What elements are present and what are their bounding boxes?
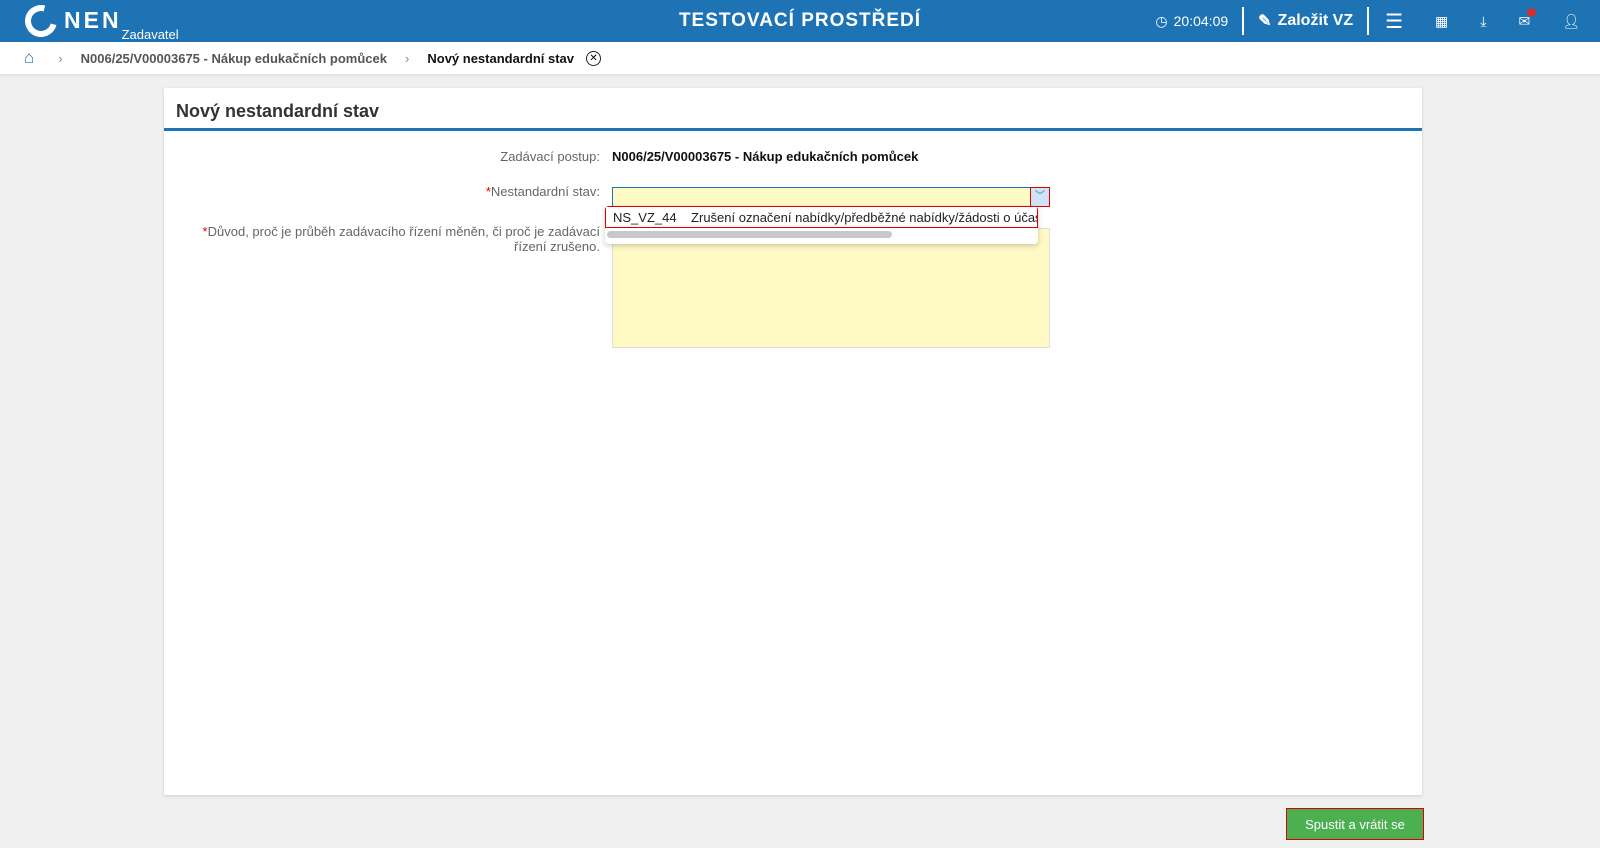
top-bar: NEN Zadavatel TESTOVACÍ PROSTŘEDÍ ◷ 20:04:… <box>0 0 1600 43</box>
state-label: Nestandardní stav: <box>490 184 600 199</box>
breadcrumb: ⌂ › N006/25/V00003675 - Nákup edukačních… <box>0 42 1600 74</box>
dropdown-option[interactable]: NS_VZ_44 Zrušení označení nabídky/předbě… <box>605 206 1038 228</box>
chevron-right-icon: › <box>405 50 410 66</box>
submit-return-button[interactable]: Spustit a vrátit se <box>1286 808 1424 840</box>
breadcrumb-item[interactable]: N006/25/V00003675 - Nákup edukačních pom… <box>81 51 387 66</box>
reason-label: Důvod, proč je průběh zadávacího řízení … <box>207 224 600 254</box>
option-code: NS_VZ_44 <box>613 210 677 225</box>
page-title: Nový nestandardní stav <box>164 88 1422 131</box>
menu-icon[interactable]: ☰ <box>1369 0 1419 42</box>
horizontal-scrollbar[interactable] <box>607 231 892 238</box>
procedure-value: N006/25/V00003675 - Nákup edukačních pom… <box>612 149 919 164</box>
calendar-icon[interactable]: ▦ <box>1419 0 1464 42</box>
user-icon[interactable]: 👤︎ <box>1546 0 1600 42</box>
session-timer: ◷ 20:04:09 <box>1141 0 1242 42</box>
procedure-label: Zadávací postup: <box>500 149 600 164</box>
create-vz-button[interactable]: ✎ Založit VZ <box>1244 0 1367 42</box>
close-icon[interactable]: ✕ <box>586 50 602 66</box>
state-dropdown: NS_VZ_44 Zrušení označení nabídky/předbě… <box>605 206 1038 244</box>
option-text: Zrušení označení nabídky/předběžné nabíd… <box>691 210 1038 225</box>
chevron-down-icon[interactable]: ﹀ <box>1030 187 1050 207</box>
time: 20:04:09 <box>1173 13 1229 29</box>
create-label: Založit VZ <box>1277 12 1354 29</box>
home-icon[interactable]: ⌂ <box>24 48 34 68</box>
edit-icon: ✎ <box>1258 13 1272 30</box>
breadcrumb-current: Nový nestandardní stav <box>427 50 575 66</box>
download-icon[interactable]: ⤓ <box>1464 0 1502 42</box>
state-select[interactable]: ﹀ <box>612 187 1050 207</box>
chevron-right-icon: › <box>58 50 63 66</box>
notification-badge <box>1527 8 1537 17</box>
clock-icon: ◷ <box>1155 12 1168 29</box>
reason-textarea[interactable] <box>612 228 1050 348</box>
mail-icon[interactable]: ✉ <box>1502 0 1546 42</box>
form-panel: Nový nestandardní stav Zadávací postup: … <box>164 88 1422 795</box>
